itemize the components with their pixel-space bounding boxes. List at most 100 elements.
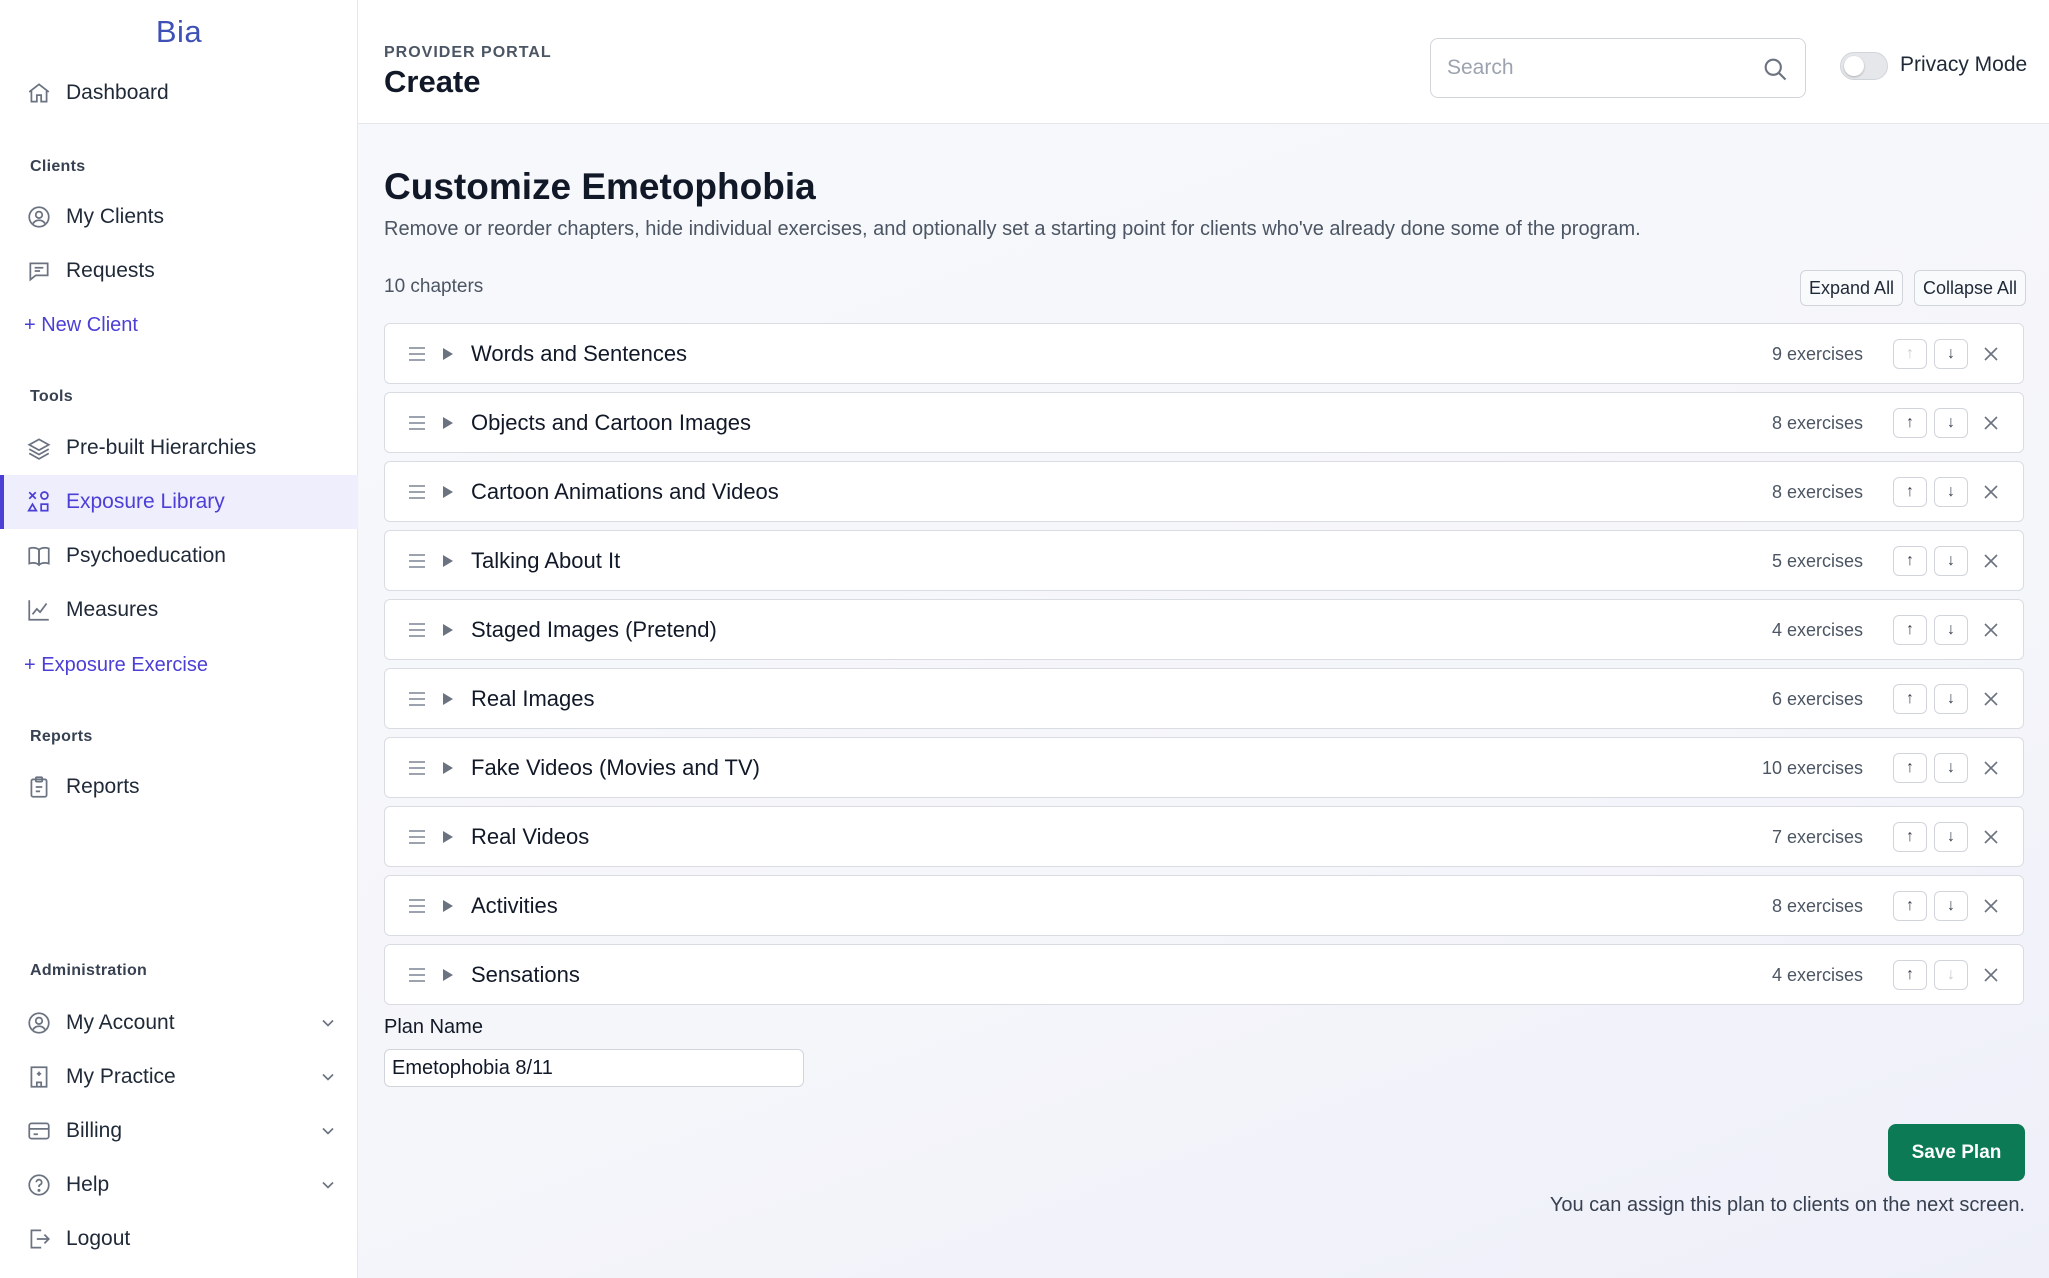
move-down-button[interactable]: ↓ [1934,339,1968,369]
sidebar-item-my-clients[interactable]: My Clients [0,190,358,244]
search-icon[interactable] [1761,55,1789,83]
section-tools: Tools [30,388,73,405]
move-up-button[interactable]: ↑ [1893,822,1927,852]
expand-caret-icon[interactable] [441,622,455,638]
chapter-title: Fake Videos (Movies and TV) [471,755,760,780]
sidebar-item-psychoeducation[interactable]: Psychoeducation [0,529,358,583]
drag-handle-icon[interactable] [407,343,427,365]
remove-chapter-icon[interactable] [1983,553,1999,569]
remove-chapter-icon[interactable] [1983,829,1999,845]
remove-chapter-icon[interactable] [1983,622,1999,638]
move-up-button[interactable]: ↑ [1893,408,1927,438]
chapter-row[interactable]: Sensations 4 exercises ↑ ↓ [384,944,2024,1005]
expand-caret-icon[interactable] [441,484,455,500]
chevron-down-icon [322,1073,334,1081]
drag-handle-icon[interactable] [407,964,427,986]
chapter-row[interactable]: Cartoon Animations and Videos 8 exercises… [384,461,2024,522]
expand-caret-icon[interactable] [441,553,455,569]
expand-all-button[interactable]: Expand All [1800,270,1904,306]
search-input[interactable] [1447,39,1747,97]
remove-chapter-icon[interactable] [1983,967,1999,983]
expand-caret-icon[interactable] [441,829,455,845]
expand-caret-icon[interactable] [441,346,455,362]
drag-handle-icon[interactable] [407,412,427,434]
move-down-button[interactable]: ↓ [1934,684,1968,714]
sidebar-item-measures[interactable]: Measures [0,583,358,637]
move-down-button[interactable]: ↓ [1934,408,1968,438]
remove-chapter-icon[interactable] [1983,760,1999,776]
move-down-button[interactable]: ↓ [1934,546,1968,576]
drag-handle-icon[interactable] [407,550,427,572]
sidebar-item-exposure-library[interactable]: Exposure Library [0,475,358,529]
sidebar-item-label: Measures [66,598,159,621]
expand-caret-icon[interactable] [441,760,455,776]
move-up-button[interactable]: ↑ [1893,753,1927,783]
move-down-button[interactable]: ↓ [1934,753,1968,783]
main-content: Customize Emetophobia Remove or reorder … [358,124,2049,1278]
new-exposure-link[interactable]: + Exposure Exercise [24,654,208,677]
sidebar-item-label: Logout [66,1227,131,1250]
chapter-row[interactable]: Real Videos 7 exercises ↑ ↓ [384,806,2024,867]
remove-chapter-icon[interactable] [1983,346,1999,362]
move-down-button[interactable]: ↓ [1934,891,1968,921]
exercise-count: 9 exercises [1771,344,1863,364]
sidebar-item-reports[interactable]: Reports [0,760,358,814]
move-down-button[interactable]: ↓ [1934,822,1968,852]
expand-caret-icon[interactable] [441,415,455,431]
credit-card-icon [26,1118,52,1144]
move-up-button[interactable]: ↑ [1893,339,1927,369]
chapter-row[interactable]: Activities 8 exercises ↑ ↓ [384,875,2024,936]
sidebar-item-label: Exposure Library [66,490,225,513]
sidebar-item-billing[interactable]: Billing [0,1104,358,1158]
sidebar-item-requests[interactable]: Requests [0,244,358,298]
move-up-button[interactable]: ↑ [1893,684,1927,714]
new-client-link[interactable]: + New Client [24,314,138,337]
move-up-button[interactable]: ↑ [1893,891,1927,921]
remove-chapter-icon[interactable] [1983,691,1999,707]
chapter-row[interactable]: Staged Images (Pretend) 4 exercises ↑ ↓ [384,599,2024,660]
remove-chapter-icon[interactable] [1983,484,1999,500]
top-bar: PROVIDER PORTAL Create Privacy Mode [358,0,2049,124]
move-up-button[interactable]: ↑ [1893,546,1927,576]
customize-subtitle: Remove or reorder chapters, hide individ… [384,218,1641,240]
expand-caret-icon[interactable] [441,967,455,983]
expand-caret-icon[interactable] [441,898,455,914]
move-down-button[interactable]: ↓ [1934,477,1968,507]
sidebar-item-help[interactable]: Help [0,1158,358,1212]
sidebar-item-pre-built-hierarchies[interactable]: Pre-built Hierarchies [0,421,358,475]
chapter-row[interactable]: Words and Sentences 9 exercises ↑ ↓ [384,323,2024,384]
move-down-button[interactable]: ↓ [1934,960,1968,990]
chapter-row[interactable]: Talking About It 5 exercises ↑ ↓ [384,530,2024,591]
exercise-count: 7 exercises [1771,827,1863,847]
move-down-button[interactable]: ↓ [1934,615,1968,645]
chapter-row[interactable]: Real Images 6 exercises ↑ ↓ [384,668,2024,729]
drag-handle-icon[interactable] [407,481,427,503]
drag-handle-icon[interactable] [407,757,427,779]
plan-name-label: Plan Name [384,1016,483,1038]
sidebar-item-my-account[interactable]: My Account [0,996,358,1050]
sidebar-item-logout[interactable]: Logout [0,1212,358,1266]
sidebar-item-my-practice[interactable]: My Practice [0,1050,358,1104]
sidebar-item-dashboard[interactable]: Dashboard [0,66,358,120]
chapter-row[interactable]: Objects and Cartoon Images 8 exercises ↑ ↓ [384,392,2024,453]
sidebar-item-label: Billing [66,1119,123,1142]
drag-handle-icon[interactable] [407,688,427,710]
privacy-mode-toggle[interactable] [1840,52,1888,80]
brand-logo[interactable]: Bia [0,14,358,50]
plan-name-input[interactable] [384,1049,804,1087]
remove-chapter-icon[interactable] [1983,898,1999,914]
drag-handle-icon[interactable] [407,619,427,641]
chapter-row[interactable]: Fake Videos (Movies and TV) 10 exercises ↑… [384,737,2024,798]
move-up-button[interactable]: ↑ [1893,615,1927,645]
expand-caret-icon[interactable] [441,691,455,707]
drag-handle-icon[interactable] [407,895,427,917]
chapter-title: Words and Sentences [471,341,688,366]
remove-chapter-icon[interactable] [1983,415,1999,431]
move-up-button[interactable]: ↑ [1893,960,1927,990]
move-up-button[interactable]: ↑ [1893,477,1927,507]
collapse-all-button[interactable]: Collapse All [1914,270,2027,306]
chat-icon [26,258,52,284]
drag-handle-icon[interactable] [407,826,427,848]
sidebar-item-label: Reports [66,775,140,798]
save-plan-button[interactable]: Save Plan [1888,1124,2025,1181]
